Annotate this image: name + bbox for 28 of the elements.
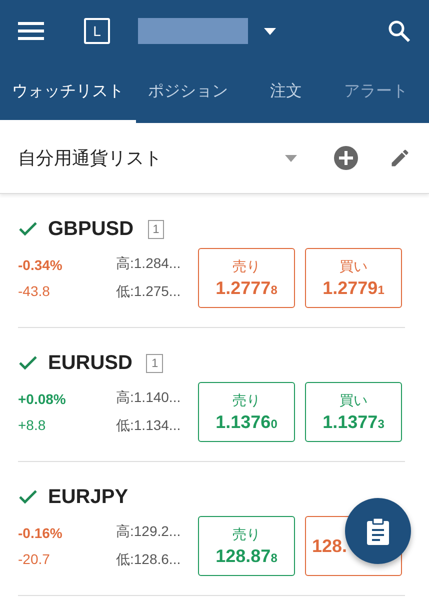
buy-button[interactable]: 買い 1.13773 (305, 382, 402, 442)
list-title[interactable]: 自分用通貨リスト (18, 146, 162, 170)
sell-button[interactable]: 売り 128.878 (198, 516, 295, 576)
tab[interactable]: ポジション (136, 62, 240, 123)
change-percent: -0.16% (18, 525, 64, 541)
change-value: -20.7 (18, 551, 51, 567)
tab[interactable]: ウォッチリスト (0, 62, 136, 123)
currency-pair[interactable]: EURJPY (48, 486, 128, 508)
low-price: 低:128.6... (116, 551, 182, 569)
tab[interactable]: アラート (332, 62, 420, 123)
high-price: 高:129.2... (116, 523, 182, 541)
change-value: -43.8 (18, 283, 51, 299)
buy-button[interactable]: 買い 1.27791 (305, 248, 402, 308)
change-percent: +0.08% (18, 391, 67, 407)
tab[interactable]: 注文 (240, 62, 332, 123)
high-price: 高:1.284... (116, 255, 182, 273)
account-badge[interactable]: L (84, 18, 110, 44)
low-price: 低:1.275... (116, 283, 182, 301)
change-percent: -0.34% (18, 257, 64, 273)
low-price: 低:1.134... (116, 417, 182, 435)
currency-pair[interactable]: GBPUSD (48, 218, 134, 240)
sell-button[interactable]: 売り 1.27778 (198, 248, 295, 308)
currency-pair[interactable]: EURUSD (48, 352, 132, 374)
sell-button[interactable]: 売り 1.13760 (198, 382, 295, 442)
high-price: 高:1.140... (116, 389, 182, 407)
count-badge: 1 (146, 354, 164, 372)
count-badge: 1 (148, 220, 164, 238)
change-value: +8.8 (18, 417, 47, 433)
